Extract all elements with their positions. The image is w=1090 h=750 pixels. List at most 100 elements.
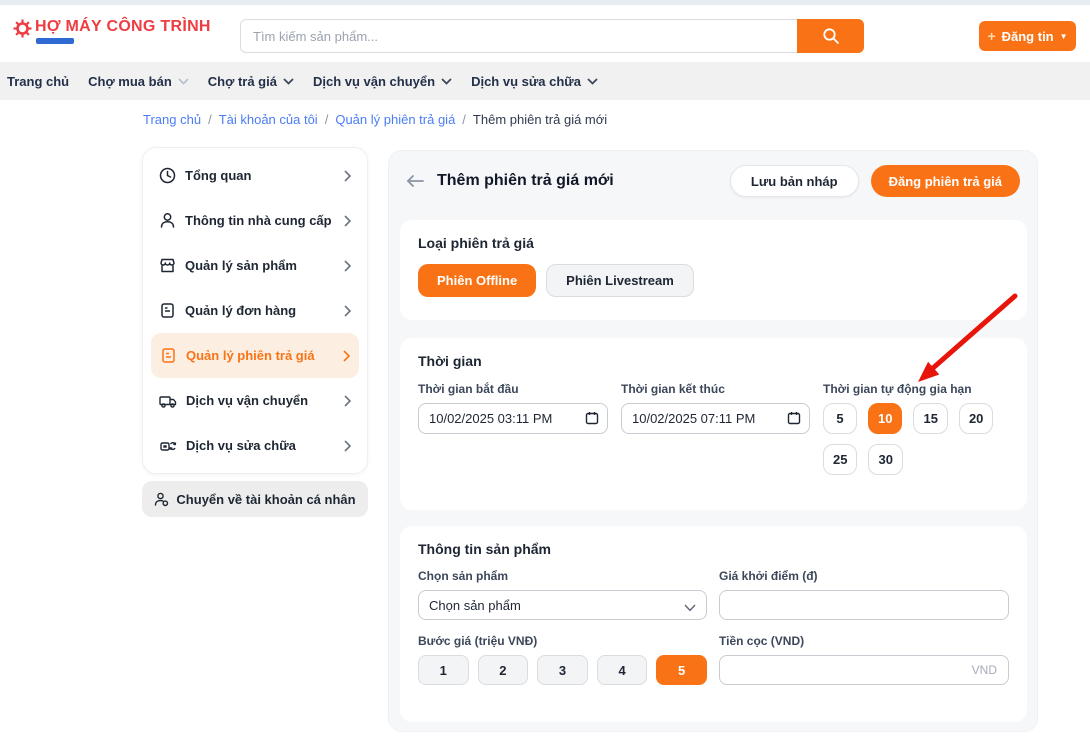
sidebar-item-label: Quản lý sản phẩm: [185, 258, 297, 273]
sidebar-item-label: Dịch vụ sửa chữa: [186, 438, 296, 453]
nav-item-bidding[interactable]: Chợ trả giá: [208, 74, 294, 89]
session-type-card: Loại phiên trả giá Phiên Offline Phiên L…: [400, 220, 1027, 320]
chevron-right-icon: [344, 214, 351, 227]
chevron-down-icon: [283, 77, 294, 85]
nav-label: Dịch vụ sửa chữa: [471, 73, 581, 89]
step-option-1[interactable]: 1: [418, 655, 469, 685]
sidebar-item-label: Tổng quan: [185, 168, 252, 183]
breadcrumb-home[interactable]: Trang chủ: [143, 112, 201, 127]
extend-option-5[interactable]: 5: [823, 403, 857, 434]
logo-badge: [36, 38, 74, 44]
auto-extend-options: 5 10 15 20 25 30: [823, 403, 1009, 475]
clock-icon: [159, 167, 176, 184]
extend-option-15[interactable]: 15: [913, 403, 948, 434]
sidebar-item-label: Quản lý phiên trả giá: [186, 348, 315, 363]
chevron-right-icon: [344, 259, 351, 272]
end-time-label: Thời gian kết thúc: [621, 382, 725, 396]
price-step-label: Bước giá (triệu VNĐ): [418, 634, 538, 648]
page-title: Thêm phiên trả giá mới: [437, 172, 614, 189]
breadcrumb-separator: /: [462, 112, 466, 127]
breadcrumb-account[interactable]: Tài khoản của tôi: [219, 112, 318, 127]
post-listing-button[interactable]: + Đăng tin ▼: [979, 21, 1076, 51]
nav-item-marketplace[interactable]: Chợ mua bán: [88, 74, 189, 89]
save-draft-button[interactable]: Lưu bản nháp: [729, 165, 859, 197]
plus-icon: +: [987, 28, 996, 44]
gear-logo-icon: [13, 19, 32, 38]
extend-option-30[interactable]: 30: [868, 444, 903, 475]
product-info-card: Thông tin sản phẩm Chọn sản phẩm Chọn sả…: [400, 526, 1027, 722]
nav-item-transport[interactable]: Dịch vụ vận chuyển: [313, 74, 452, 89]
sidebar-item-repair-service[interactable]: Dịch vụ sửa chữa: [143, 423, 367, 468]
nav-item-repair[interactable]: Dịch vụ sửa chữa: [471, 74, 598, 89]
nav-item-home[interactable]: Trang chủ: [7, 74, 69, 89]
publish-session-button[interactable]: Đăng phiên trả giá: [870, 165, 1020, 197]
store-icon: [160, 258, 175, 273]
nav-label: Chợ trả giá: [207, 73, 277, 89]
extend-option-10[interactable]: 10: [868, 403, 903, 434]
breadcrumb-separator: /: [208, 112, 212, 127]
session-type-offline-button[interactable]: Phiên Offline: [418, 264, 537, 297]
account-sidebar: Tổng quan Thông tin nhà cung cấp Quản lý…: [142, 147, 368, 474]
breadcrumb-bid-management[interactable]: Quản lý phiên trả giá: [335, 112, 455, 127]
sidebar-item-overview[interactable]: Tổng quan: [143, 153, 367, 198]
step-option-2[interactable]: 2: [477, 655, 529, 685]
session-type-livestream-button[interactable]: Phiên Livestream: [546, 264, 694, 297]
breadcrumb: Trang chủ / Tài khoản của tôi / Quản lý …: [143, 112, 607, 127]
sidebar-item-label: Dịch vụ vận chuyển: [186, 393, 309, 408]
nav-label: Trang chủ: [7, 73, 70, 89]
chevron-right-icon: [344, 304, 351, 317]
order-icon: [161, 303, 174, 318]
start-time-label: Thời gian bắt đầu: [418, 382, 519, 396]
sidebar-item-label: Quản lý đơn hàng: [185, 303, 297, 318]
repair-icon: [160, 441, 177, 451]
product-select-value: Chọn sản phẩm: [429, 597, 521, 613]
switch-to-personal-account-button[interactable]: Chuyển về tài khoản cá nhân: [142, 481, 368, 517]
step-option-4[interactable]: 4: [596, 655, 648, 685]
starting-price-input[interactable]: [719, 590, 1009, 620]
search-input[interactable]: [240, 19, 864, 53]
user-icon: [160, 213, 175, 228]
breadcrumb-separator: /: [324, 112, 329, 127]
post-listing-label: Đăng tin: [1001, 28, 1054, 44]
extend-option-25[interactable]: 25: [823, 444, 858, 475]
step-option-3[interactable]: 3: [537, 655, 588, 685]
auction-icon: [162, 348, 175, 363]
sidebar-item-bid-session-management[interactable]: Quản lý phiên trả giá: [151, 333, 359, 378]
sidebar-item-label: Thông tin nhà cung cấp: [185, 213, 332, 228]
price-step-options: 1 2 3 4 5: [418, 655, 707, 685]
chevron-right-icon: [344, 439, 351, 452]
end-datetime-input[interactable]: [621, 403, 810, 434]
select-product-label: Chọn sản phẩm: [418, 569, 509, 583]
start-datetime-input[interactable]: [418, 403, 608, 434]
product-info-title: Thông tin sản phẩm: [418, 541, 551, 557]
search-bar: [240, 19, 864, 53]
chevron-right-icon: [344, 394, 351, 407]
logo[interactable]: HỢ MÁY CÔNG TRÌNH: [13, 18, 211, 44]
main-panel: Thêm phiên trả giá mới Lưu bản nháp Đăng…: [388, 150, 1038, 732]
header: HỢ MÁY CÔNG TRÌNH + Đăng tin ▼: [0, 5, 1090, 62]
chevron-down-icon: [684, 600, 696, 615]
step-option-5[interactable]: 5: [656, 655, 707, 685]
starting-price-label: Giá khởi điểm (đ): [719, 569, 818, 583]
product-select[interactable]: Chọn sản phẩm: [418, 590, 707, 620]
chevron-right-icon: [344, 169, 351, 182]
chevron-down-icon: [178, 77, 189, 85]
nav-label: Chợ mua bán: [88, 73, 172, 89]
sidebar-item-product-management[interactable]: Quản lý sản phẩm: [143, 243, 367, 288]
time-title: Thời gian: [418, 353, 482, 369]
sidebar-item-order-management[interactable]: Quản lý đơn hàng: [143, 288, 367, 333]
page-header: Thêm phiên trả giá mới Lưu bản nháp Đăng…: [406, 165, 1020, 197]
sidebar-item-transport-service[interactable]: Dịch vụ vận chuyển: [143, 378, 367, 423]
chevron-down-icon: [441, 77, 452, 85]
breadcrumb-current: Thêm phiên trả giá mới: [472, 112, 608, 127]
sidebar-item-supplier-info[interactable]: Thông tin nhà cung cấp: [143, 198, 367, 243]
search-button[interactable]: [797, 19, 864, 53]
session-type-title: Loại phiên trả giá: [418, 235, 534, 251]
truck-icon: [159, 395, 177, 408]
chevron-right-icon: [343, 349, 350, 362]
time-card: Thời gian Thời gian bắt đầu Thời gian kế…: [400, 338, 1027, 510]
deposit-input[interactable]: [719, 655, 1009, 685]
back-arrow-icon[interactable]: [406, 174, 424, 188]
nav-label: Dịch vụ vận chuyển: [312, 73, 436, 89]
extend-option-20[interactable]: 20: [958, 403, 994, 434]
